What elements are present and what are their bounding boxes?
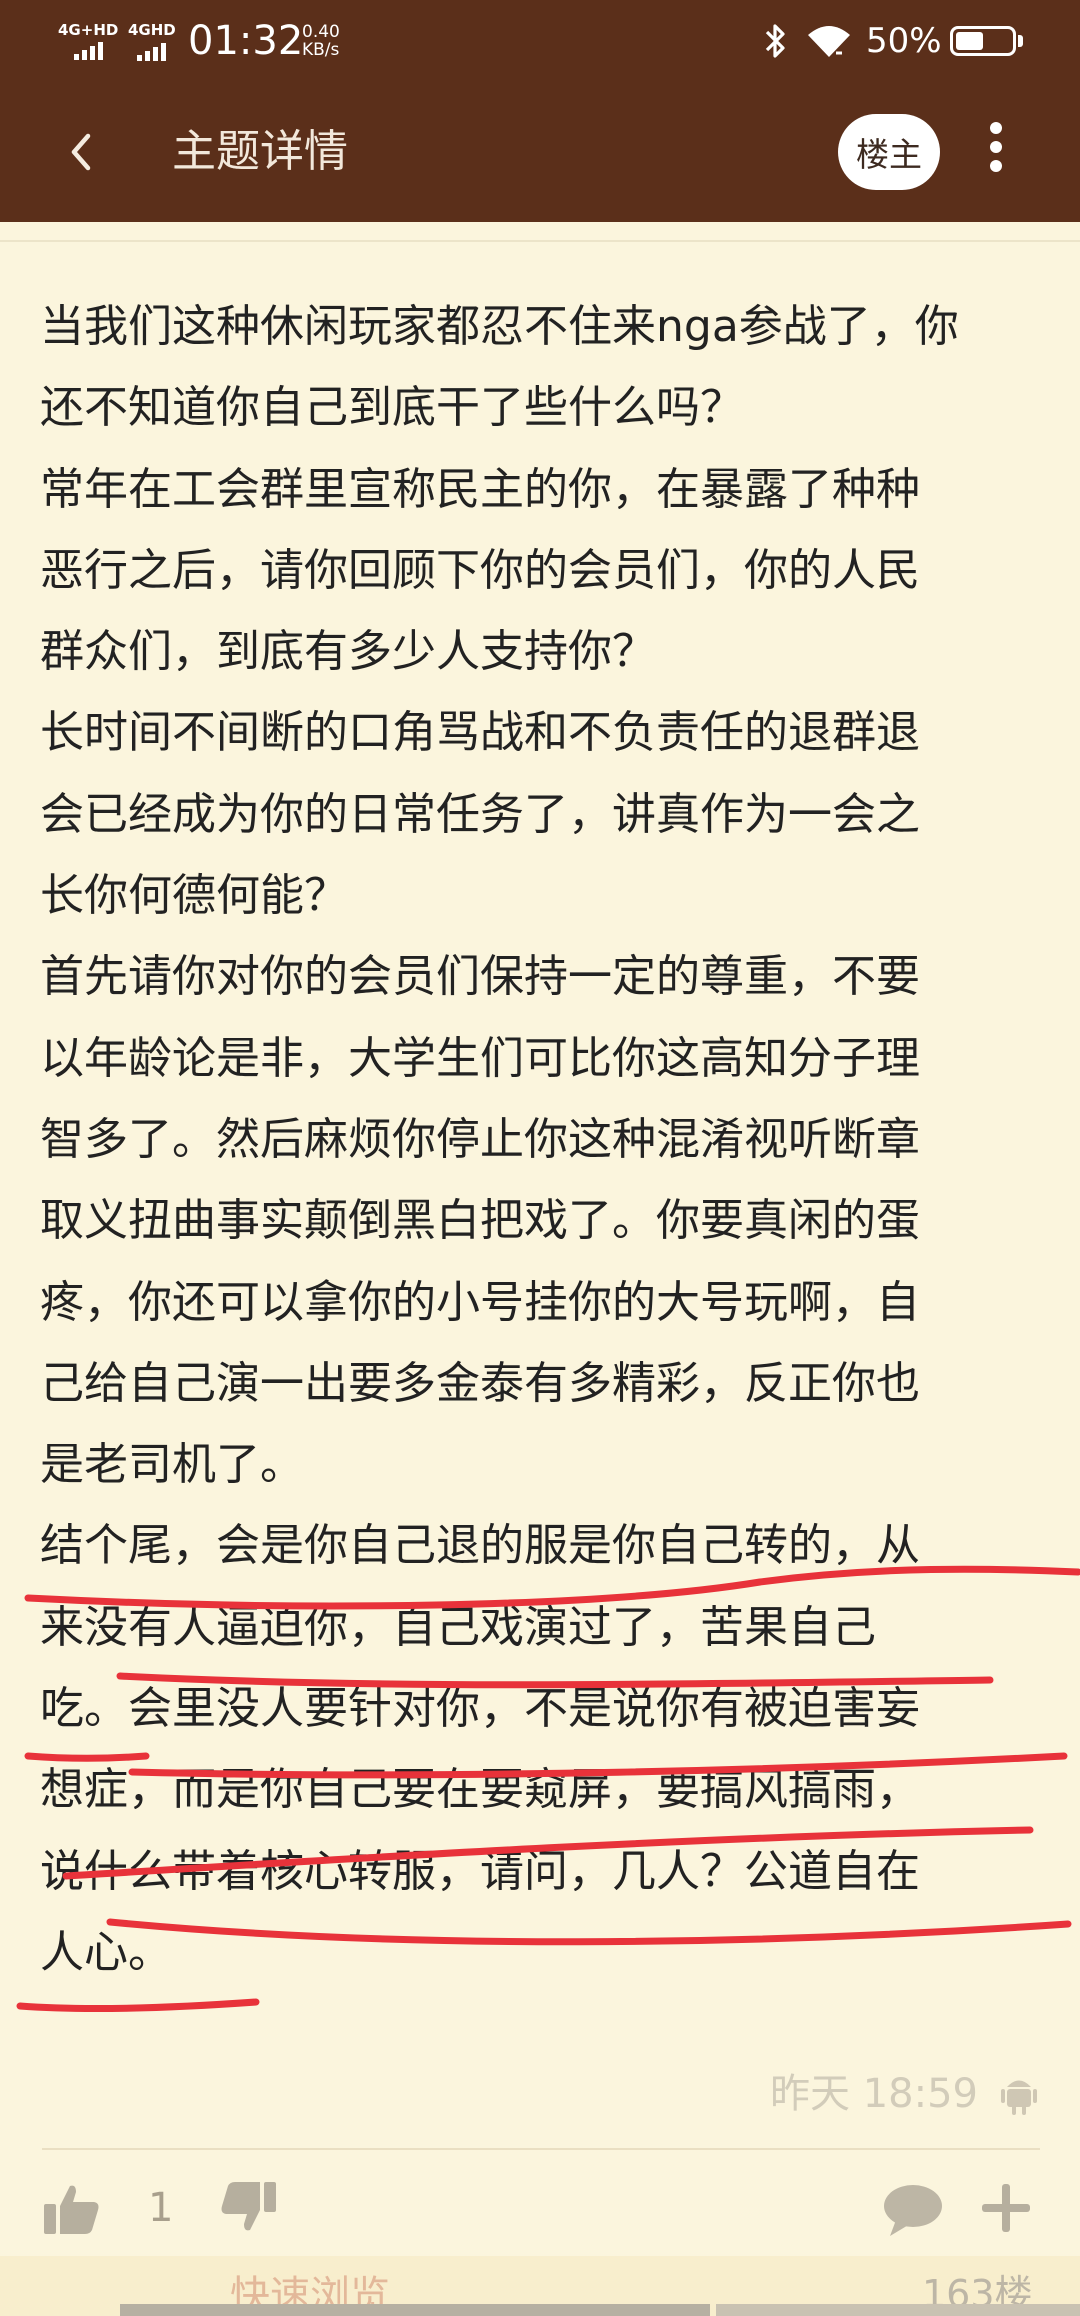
- post-text-line: 来没有人逼迫你，自己戏演过了，苦果自己: [40, 1601, 876, 1653]
- post-text-line: 常年在工会群里宣称民主的你，在暴露了种种: [40, 463, 920, 515]
- bluetooth-icon: [763, 0, 789, 82]
- signal-2: 4GHD: [128, 0, 176, 82]
- post-text-line: 人心。: [40, 1926, 172, 1978]
- android-icon: [1000, 2072, 1038, 2116]
- post-text-line: 会已经成为你的日常任务了，讲真作为一会之: [40, 788, 920, 840]
- post-text-line: 当我们这种休闲玩家都忍不住来nga参战了，你: [40, 301, 959, 352]
- more-options-icon[interactable]: [976, 116, 1016, 188]
- status-bar: 4G+HD 4GHD 01:32 0.40 KB/s 50%: [0, 0, 1080, 82]
- post-text-line: 还不知道你自己到底干了些什么吗？: [40, 382, 744, 434]
- comment-icon[interactable]: [882, 2182, 944, 2238]
- post-text-line: 想症，而是你自己要在要窥屏，要搞风搞雨，: [40, 1764, 920, 1816]
- post-text-line: 恶行之后，请你回顾下你的会员们，你的人民: [40, 544, 920, 596]
- post-text-line: 长时间不间断的口角骂战和不负责任的退群退: [40, 707, 920, 759]
- post-text-line: 长你何德何能？: [40, 870, 348, 922]
- op-only-button[interactable]: 楼主: [838, 114, 940, 190]
- post-text-line: 结个尾，会是你自己退的服是你自己转的，从: [40, 1520, 920, 1572]
- divider: [42, 2148, 1040, 2150]
- clock: 01:32: [188, 18, 304, 64]
- speed-unit: KB/s: [302, 40, 340, 60]
- back-icon[interactable]: [56, 126, 108, 178]
- next-post-preview[interactable]: 快速浏览 163楼: [0, 2256, 1080, 2316]
- thumbs-up-icon[interactable]: [42, 2182, 100, 2236]
- battery-percent: 50%: [866, 21, 942, 61]
- post-time: 昨天 18:59: [770, 2071, 978, 2117]
- post-text-line: 以年龄论是非，大学生们可比你这高知分子理: [40, 1032, 920, 1084]
- like-count: 1: [148, 2185, 174, 2231]
- post-text-line: 首先请你对你的会员们保持一定的尊重，不要: [40, 951, 920, 1003]
- battery-icon: [950, 0, 1023, 82]
- network-speed: 0.40 KB/s: [302, 0, 340, 82]
- network-label-1: 4G+HD: [58, 20, 119, 39]
- app-header: 主题详情 楼主: [0, 82, 1080, 222]
- signal-bars-icon: [73, 41, 103, 60]
- scroll-bar: [120, 2304, 710, 2316]
- post-text-line: 吃。会里没人要针对你，不是说你有被迫害妄: [40, 1683, 920, 1735]
- post-text-line: 是老司机了。: [40, 1439, 304, 1491]
- network-label-2: 4GHD: [128, 21, 176, 39]
- wifi-icon: [806, 0, 852, 82]
- post-text-line: 智多了。然后麻烦你停止你这种混淆视听断章: [40, 1113, 920, 1165]
- post-text-line: 取义扭曲事实颠倒黑白把戏了。你要真闲的蛋: [40, 1195, 920, 1247]
- post-text-line: 己给自己演一出要多金泰有多精彩，反正你也: [40, 1357, 920, 1409]
- underline-stroke: [16, 1998, 260, 2013]
- thumbs-down-icon[interactable]: [220, 2180, 278, 2234]
- post-text-line: 疼，你还可以拿你的小号挂你的大号玩啊，自: [40, 1276, 920, 1328]
- add-reply-icon[interactable]: [978, 2180, 1034, 2236]
- signal-1: 4G+HD: [58, 0, 118, 82]
- scroll-bar: [716, 2304, 1080, 2316]
- post-text-line: 群众们，到底有多少人支持你？: [40, 626, 656, 678]
- signal-bars-icon: [137, 43, 167, 61]
- speed-value: 0.40: [302, 22, 340, 42]
- page-title: 主题详情: [172, 126, 348, 177]
- divider: [0, 240, 1080, 242]
- post-content: 当我们这种休闲玩家都忍不住来nga参战了，你 还不知道你自己到底干了些什么吗？ 常年…: [40, 286, 1050, 1993]
- post-text-line: 说什么带着核心转服，请问，几人？公道自在: [40, 1845, 920, 1897]
